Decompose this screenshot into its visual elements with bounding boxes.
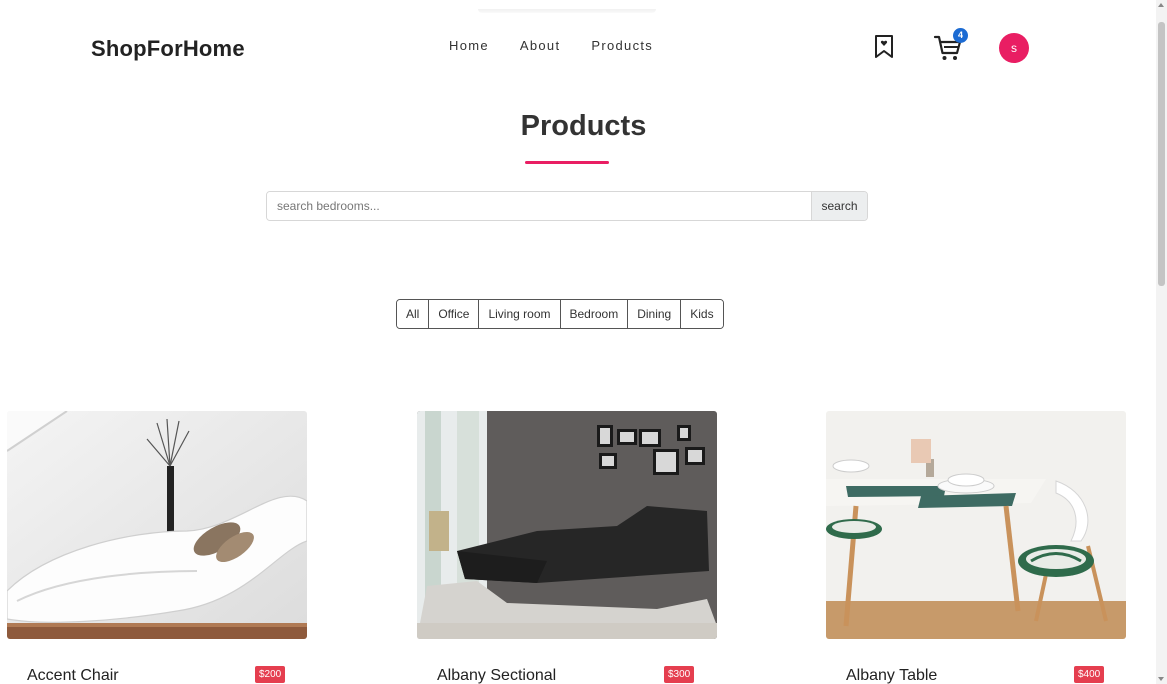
scrollbar-thumb[interactable]: [1158, 22, 1165, 286]
bookmark-icon[interactable]: [873, 34, 895, 60]
search-button[interactable]: search: [811, 192, 867, 220]
category-filter-group: All Office Living room Bedroom Dining Ki…: [396, 299, 724, 329]
filter-office[interactable]: Office: [429, 300, 480, 328]
brand-logo[interactable]: ShopForHome: [91, 36, 245, 62]
cart-count-badge: 4: [953, 28, 968, 43]
nav-link-about[interactable]: About: [520, 38, 560, 53]
product-name-albany-sectional[interactable]: Albany Sectional: [437, 667, 556, 684]
search-bar: search: [266, 191, 868, 221]
main-nav: Home About Products: [449, 38, 653, 53]
page-title: Products: [520, 110, 647, 142]
product-name-accent-chair[interactable]: Accent Chair: [27, 667, 119, 684]
scroll-up-arrow-icon[interactable]: [1158, 3, 1164, 7]
search-input[interactable]: [267, 192, 811, 220]
filter-bedroom[interactable]: Bedroom: [560, 300, 629, 328]
nav-link-products[interactable]: Products: [591, 38, 653, 53]
scroll-down-arrow-icon[interactable]: [1158, 677, 1164, 681]
price-tag-accent-chair: $200: [255, 666, 286, 683]
header-actions: 4 s: [873, 28, 1033, 64]
title-underline: [525, 161, 609, 164]
filter-dining[interactable]: Dining: [628, 300, 682, 328]
filter-all[interactable]: All: [397, 300, 430, 328]
filter-living-room[interactable]: Living room: [479, 300, 561, 328]
filter-kids[interactable]: Kids: [681, 300, 723, 328]
top-edge-tab: [478, 9, 656, 13]
price-tag-albany-sectional: $300: [664, 666, 695, 683]
product-image-albany-table[interactable]: [826, 411, 1126, 639]
price-tag-albany-table: $400: [1074, 666, 1105, 683]
product-image-accent-chair[interactable]: [7, 411, 307, 639]
user-avatar[interactable]: s: [999, 33, 1029, 63]
vertical-scrollbar[interactable]: [1156, 0, 1167, 684]
nav-link-home[interactable]: Home: [449, 38, 489, 53]
product-name-albany-table[interactable]: Albany Table: [846, 667, 937, 684]
product-image-albany-sectional[interactable]: [417, 411, 717, 639]
